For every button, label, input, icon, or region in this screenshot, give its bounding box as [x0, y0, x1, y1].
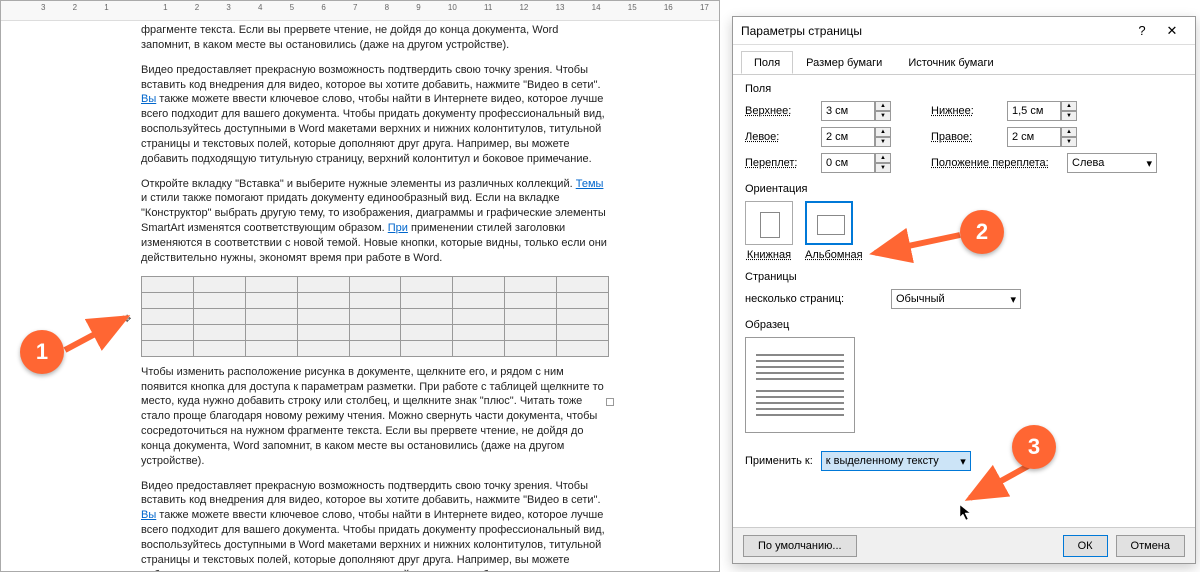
left-margin-label: Левое: [745, 131, 815, 143]
margins-header: Поля [745, 83, 1183, 95]
preview-header: Образец [745, 319, 1183, 331]
spin-down-icon[interactable]: ▼ [1061, 111, 1077, 121]
spin-down-icon[interactable]: ▼ [875, 163, 891, 173]
tab-paper-size[interactable]: Размер бумаги [793, 51, 895, 74]
hyperlink[interactable]: Вы [141, 93, 156, 105]
ok-button[interactable]: ОК [1063, 535, 1108, 557]
spin-down-icon[interactable]: ▼ [875, 137, 891, 147]
document-table[interactable] [141, 276, 609, 357]
landscape-icon [805, 201, 853, 245]
gutter-position-combo[interactable]: Слева▾ [1067, 153, 1157, 173]
spin-up-icon[interactable]: ▲ [875, 127, 891, 137]
dialog-title: Параметры страницы [741, 24, 1127, 38]
gutter-input[interactable]: ▲▼ [821, 153, 891, 173]
document-pane: 3211234567891011121314151617 фрагменте т… [0, 0, 720, 572]
orientation-portrait[interactable]: Книжная [745, 201, 793, 261]
tab-paper-source[interactable]: Источник бумаги [895, 51, 1006, 74]
bottom-margin-input[interactable]: ▲▼ [1007, 101, 1077, 121]
right-margin-input[interactable]: ▲▼ [1007, 127, 1077, 147]
hyperlink[interactable]: Темы [576, 178, 604, 190]
portrait-icon [745, 201, 793, 245]
bottom-margin-label: Нижнее: [931, 105, 1001, 117]
annotation-badge-2: 2 [960, 210, 1004, 254]
dialog-titlebar[interactable]: Параметры страницы ? ✕ [733, 17, 1195, 45]
gutter-label: Переплет: [745, 157, 815, 169]
cancel-button[interactable]: Отмена [1116, 535, 1185, 557]
multiple-pages-label: несколько страниц: [745, 293, 885, 305]
chevron-down-icon: ▾ [1010, 293, 1016, 306]
annotation-badge-1: 1 [20, 330, 64, 374]
paragraph[interactable]: Откройте вкладку "Вставка" и выберите ну… [141, 177, 609, 266]
spin-up-icon[interactable]: ▲ [1061, 127, 1077, 137]
preview-thumbnail [745, 337, 855, 433]
default-button[interactable]: По умолчанию... [743, 535, 857, 557]
spin-up-icon[interactable]: ▲ [1061, 101, 1077, 111]
hyperlink[interactable]: Вы [141, 509, 156, 521]
spin-up-icon[interactable]: ▲ [875, 101, 891, 111]
margins-section: Поля Верхнее: ▲▼ Нижнее: ▲▼ Левое: ▲▼ Пр… [745, 83, 1183, 173]
help-button[interactable]: ? [1127, 20, 1157, 42]
annotation-arrow-1 [60, 310, 140, 363]
annotation-badge-3: 3 [1012, 425, 1056, 469]
paragraph[interactable]: фрагменте текста. Если вы прервете чтени… [141, 23, 609, 53]
pages-section: Страницы несколько страниц: Обычный▾ [745, 271, 1183, 309]
orientation-header: Ориентация [745, 183, 1183, 195]
apply-to-label: Применить к: [745, 455, 813, 467]
ruler-marks: 3211234567891011121314151617 [41, 3, 709, 19]
top-margin-label: Верхнее: [745, 105, 815, 117]
paragraph[interactable]: Видео предоставляет прекрасную возможнос… [141, 479, 609, 572]
chevron-down-icon: ▾ [1146, 157, 1152, 170]
close-button[interactable]: ✕ [1157, 20, 1187, 42]
apply-to-combo[interactable]: к выделенному тексту ▾ [821, 451, 971, 471]
spin-down-icon[interactable]: ▼ [1061, 137, 1077, 147]
left-margin-input[interactable]: ▲▼ [821, 127, 891, 147]
spin-down-icon[interactable]: ▼ [875, 111, 891, 121]
multiple-pages-combo[interactable]: Обычный▾ [891, 289, 1021, 309]
spin-up-icon[interactable]: ▲ [875, 153, 891, 163]
gutter-position-label: Положение переплета: [931, 157, 1061, 169]
hyperlink[interactable]: При [388, 222, 408, 234]
paragraph[interactable]: Видео предоставляет прекрасную возможнос… [141, 63, 609, 167]
dialog-body: Поля Верхнее: ▲▼ Нижнее: ▲▼ Левое: ▲▼ Пр… [733, 75, 1195, 479]
tab-fields[interactable]: Поля [741, 51, 793, 74]
dialog-footer: По умолчанию... ОК Отмена [733, 527, 1195, 563]
right-margin-label: Правое: [931, 131, 1001, 143]
top-margin-input[interactable]: ▲▼ [821, 101, 891, 121]
orientation-landscape[interactable]: Альбомная [805, 201, 863, 261]
table-resize-handle-icon[interactable] [606, 398, 614, 406]
preview-section: Образец [745, 319, 1183, 433]
annotation-arrow-2 [865, 225, 965, 268]
mouse-cursor-icon [960, 505, 972, 521]
paragraph[interactable]: Чтобы изменить расположение рисунка в до… [141, 365, 609, 469]
horizontal-ruler[interactable]: 3211234567891011121314151617 [1, 1, 719, 21]
document-body[interactable]: фрагменте текста. Если вы прервете чтени… [51, 23, 699, 572]
dialog-tabs: Поля Размер бумаги Источник бумаги [733, 45, 1195, 75]
pages-header: Страницы [745, 271, 1183, 283]
